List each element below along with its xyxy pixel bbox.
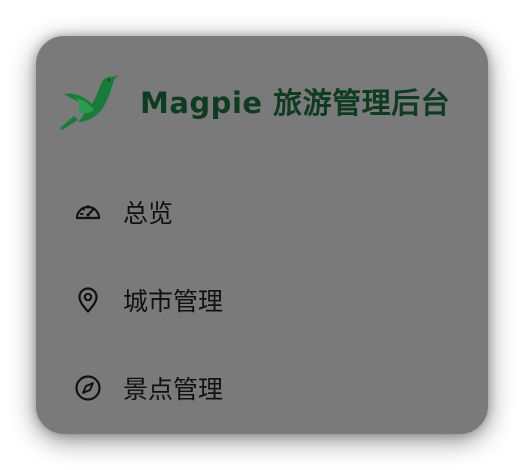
compass-icon — [74, 374, 102, 402]
map-pin-icon — [74, 286, 102, 314]
app-title: Magpie 旅游管理后台 — [140, 86, 451, 120]
dashboard-gauge-icon — [74, 198, 102, 226]
sidebar-item-overview[interactable]: 总览 — [36, 182, 488, 242]
sidebar-item-label: 总览 — [123, 199, 174, 228]
sidebar-item-label: 景点管理 — [123, 375, 224, 404]
sidebar-item-label: 城市管理 — [123, 287, 224, 316]
navigation-panel: Magpie 旅游管理后台 总览 城市管理 景点管理 — [36, 36, 488, 434]
sidebar-item-city-management[interactable]: 城市管理 — [36, 270, 488, 330]
sidebar-item-attraction-management[interactable]: 景点管理 — [36, 358, 488, 418]
magpie-bird-icon — [58, 70, 120, 132]
screen: Magpie 旅游管理后台 总览 城市管理 景点管理 — [0, 0, 524, 470]
brand-header[interactable]: Magpie 旅游管理后台 — [58, 70, 450, 132]
